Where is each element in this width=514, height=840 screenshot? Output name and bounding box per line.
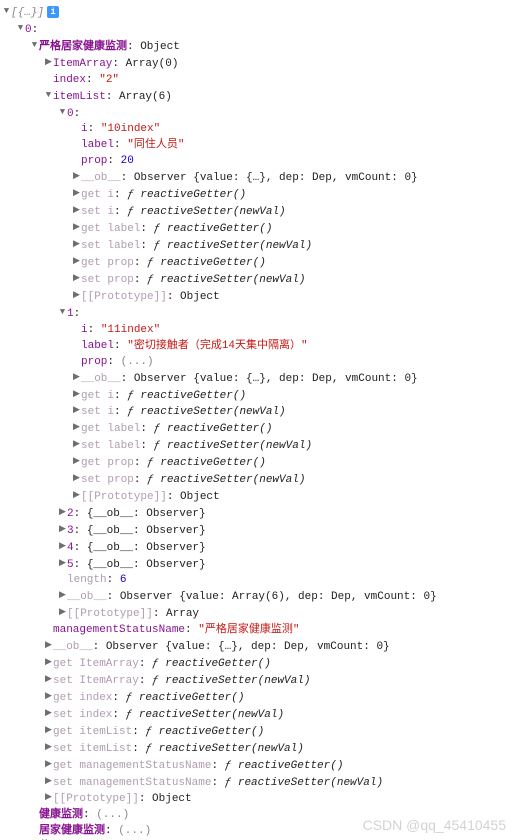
prop-itemlist[interactable]: itemList: Array(6) bbox=[2, 88, 514, 105]
item-i: i: "10index" bbox=[2, 121, 514, 137]
item-label: label: "密切接触者（完成14天集中隔离）" bbox=[2, 338, 514, 354]
disclosure-triangle-icon[interactable] bbox=[44, 671, 53, 687]
object-prototype[interactable]: [[Prototype]]: Object bbox=[2, 790, 514, 807]
disclosure-triangle-icon[interactable] bbox=[72, 219, 81, 235]
disclosure-triangle-icon[interactable] bbox=[44, 739, 53, 755]
disclosure-triangle-icon[interactable] bbox=[72, 270, 81, 286]
itemlist-index-3[interactable]: 3: {__ob__: Observer} bbox=[2, 522, 514, 539]
item-accessor[interactable]: set i: ƒ reactiveSetter(newVal) bbox=[2, 403, 514, 420]
disclosure-triangle-icon[interactable] bbox=[44, 87, 53, 103]
item-ob[interactable]: __ob__: Observer {value: {…}, dep: Dep, … bbox=[2, 370, 514, 387]
itemlist-prototype[interactable]: [[Prototype]]: Array bbox=[2, 605, 514, 622]
disclosure-triangle-icon[interactable] bbox=[72, 453, 81, 469]
watermark: CSDN @qq_45410455 bbox=[363, 817, 506, 833]
item-accessor[interactable]: get prop: ƒ reactiveGetter() bbox=[2, 254, 514, 271]
object-accessor[interactable]: get index: ƒ reactiveGetter() bbox=[2, 689, 514, 706]
disclosure-triangle-icon[interactable] bbox=[58, 587, 67, 603]
item-prototype[interactable]: [[Prototype]]: Object bbox=[2, 488, 514, 505]
disclosure-triangle-icon[interactable] bbox=[44, 773, 53, 789]
itemlist-length: length: 6 bbox=[2, 572, 514, 588]
disclosure-triangle-icon[interactable] bbox=[58, 538, 67, 554]
itemlist-index-5[interactable]: 5: {__ob__: Observer} bbox=[2, 556, 514, 573]
item-accessor[interactable]: set i: ƒ reactiveSetter(newVal) bbox=[2, 203, 514, 220]
item-accessor[interactable]: get prop: ƒ reactiveGetter() bbox=[2, 454, 514, 471]
disclosure-triangle-icon[interactable] bbox=[16, 20, 25, 36]
disclosure-triangle-icon[interactable] bbox=[72, 402, 81, 418]
disclosure-triangle-icon[interactable] bbox=[72, 369, 81, 385]
disclosure-triangle-icon[interactable] bbox=[2, 3, 11, 19]
sibling-getter[interactable]: 黄码: (...) bbox=[2, 839, 514, 840]
item-accessor[interactable]: get label: ƒ reactiveGetter() bbox=[2, 220, 514, 237]
disclosure-triangle-icon[interactable] bbox=[72, 419, 81, 435]
item-prop: prop: 20 bbox=[2, 153, 514, 169]
disclosure-triangle-icon[interactable] bbox=[72, 168, 81, 184]
object-accessor[interactable]: set managementStatusName: ƒ reactiveSett… bbox=[2, 774, 514, 791]
object-accessor[interactable]: get managementStatusName: ƒ reactiveGett… bbox=[2, 757, 514, 774]
object-accessor[interactable]: set itemList: ƒ reactiveSetter(newVal) bbox=[2, 740, 514, 757]
root-array[interactable]: [{…}]i bbox=[2, 4, 514, 21]
item-prototype[interactable]: [[Prototype]]: Object bbox=[2, 288, 514, 305]
object-ob[interactable]: __ob__: Observer {value: {…}, dep: Dep, … bbox=[2, 638, 514, 655]
disclosure-triangle-icon[interactable] bbox=[72, 236, 81, 252]
disclosure-triangle-icon[interactable] bbox=[72, 436, 81, 452]
item-accessor[interactable]: get i: ƒ reactiveGetter() bbox=[2, 387, 514, 404]
disclosure-triangle-icon[interactable] bbox=[44, 722, 53, 738]
object-accessor[interactable]: set ItemArray: ƒ reactiveSetter(newVal) bbox=[2, 672, 514, 689]
disclosure-triangle-icon[interactable] bbox=[44, 637, 53, 653]
item-accessor[interactable]: set label: ƒ reactiveSetter(newVal) bbox=[2, 437, 514, 454]
item-ob[interactable]: __ob__: Observer {value: {…}, dep: Dep, … bbox=[2, 169, 514, 186]
item-accessor[interactable]: set prop: ƒ reactiveSetter(newVal) bbox=[2, 471, 514, 488]
item-accessor[interactable]: get i: ƒ reactiveGetter() bbox=[2, 186, 514, 203]
itemlist-index-1[interactable]: 1: bbox=[2, 305, 514, 322]
disclosure-triangle-icon[interactable] bbox=[72, 202, 81, 218]
disclosure-triangle-icon[interactable] bbox=[44, 789, 53, 805]
disclosure-triangle-icon[interactable] bbox=[58, 555, 67, 571]
item-accessor[interactable]: set prop: ƒ reactiveSetter(newVal) bbox=[2, 271, 514, 288]
disclosure-triangle-icon[interactable] bbox=[44, 688, 53, 704]
array-index-0[interactable]: 0: bbox=[2, 21, 514, 38]
itemlist-index-4[interactable]: 4: {__ob__: Observer} bbox=[2, 539, 514, 556]
console-object-tree: [{…}]i0:严格居家健康监测: ObjectItemArray: Array… bbox=[2, 4, 514, 840]
itemlist-ob[interactable]: __ob__: Observer {value: Array(6), dep: … bbox=[2, 588, 514, 605]
itemlist-index-2[interactable]: 2: {__ob__: Observer} bbox=[2, 505, 514, 522]
object-header[interactable]: 严格居家健康监测: Object bbox=[2, 38, 514, 55]
item-prop[interactable]: prop: (...) bbox=[2, 354, 514, 370]
item-accessor[interactable]: set label: ƒ reactiveSetter(newVal) bbox=[2, 237, 514, 254]
disclosure-triangle-icon[interactable] bbox=[44, 54, 53, 70]
disclosure-triangle-icon[interactable] bbox=[72, 185, 81, 201]
disclosure-triangle-icon[interactable] bbox=[72, 287, 81, 303]
disclosure-triangle-icon[interactable] bbox=[72, 386, 81, 402]
disclosure-triangle-icon[interactable] bbox=[72, 487, 81, 503]
object-accessor[interactable]: get ItemArray: ƒ reactiveGetter() bbox=[2, 655, 514, 672]
disclosure-triangle-icon[interactable] bbox=[58, 304, 67, 320]
item-label: label: "同住人员" bbox=[2, 137, 514, 153]
disclosure-triangle-icon[interactable] bbox=[72, 253, 81, 269]
disclosure-triangle-icon[interactable] bbox=[44, 705, 53, 721]
item-accessor[interactable]: get label: ƒ reactiveGetter() bbox=[2, 420, 514, 437]
disclosure-triangle-icon[interactable] bbox=[44, 756, 53, 772]
itemlist-index-0[interactable]: 0: bbox=[2, 105, 514, 122]
prop-itemarray[interactable]: ItemArray: Array(0) bbox=[2, 55, 514, 72]
prop-index: index: "2" bbox=[2, 72, 514, 88]
info-icon[interactable]: i bbox=[47, 6, 59, 18]
disclosure-triangle-icon[interactable] bbox=[58, 604, 67, 620]
object-accessor[interactable]: set index: ƒ reactiveSetter(newVal) bbox=[2, 706, 514, 723]
disclosure-triangle-icon[interactable] bbox=[44, 654, 53, 670]
item-i: i: "11index" bbox=[2, 322, 514, 338]
prop-managementstatusname: managementStatusName: "严格居家健康监测" bbox=[2, 622, 514, 638]
disclosure-triangle-icon[interactable] bbox=[30, 37, 39, 53]
disclosure-triangle-icon[interactable] bbox=[58, 504, 67, 520]
disclosure-triangle-icon[interactable] bbox=[58, 104, 67, 120]
object-accessor[interactable]: get itemList: ƒ reactiveGetter() bbox=[2, 723, 514, 740]
disclosure-triangle-icon[interactable] bbox=[72, 470, 81, 486]
disclosure-triangle-icon[interactable] bbox=[58, 521, 67, 537]
